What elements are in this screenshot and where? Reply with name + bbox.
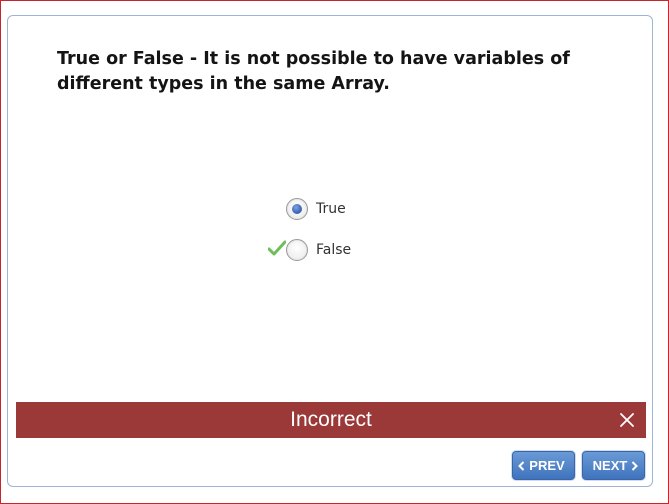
chevron-right-icon (632, 460, 639, 471)
option-label-false: False (316, 242, 352, 258)
checkmark-icon (268, 240, 286, 256)
option-label-true: True (316, 201, 346, 217)
radio-selected-dot (292, 204, 302, 214)
chevron-left-icon (518, 460, 525, 471)
next-label: NEXT (592, 458, 628, 473)
close-icon[interactable] (618, 411, 636, 429)
option-false[interactable]: False (286, 238, 351, 262)
feedback-text: Incorrect (290, 408, 372, 431)
next-button[interactable]: NEXT (582, 451, 645, 480)
prev-label: PREV (529, 458, 565, 473)
radio-button-true[interactable] (286, 198, 308, 220)
feedback-bar: Incorrect (16, 402, 646, 438)
radio-button-false[interactable] (286, 239, 308, 261)
question-text: True or False - It is not possible to ha… (57, 49, 570, 94)
prev-button[interactable]: PREV (512, 451, 575, 480)
option-true[interactable]: True (286, 197, 346, 221)
